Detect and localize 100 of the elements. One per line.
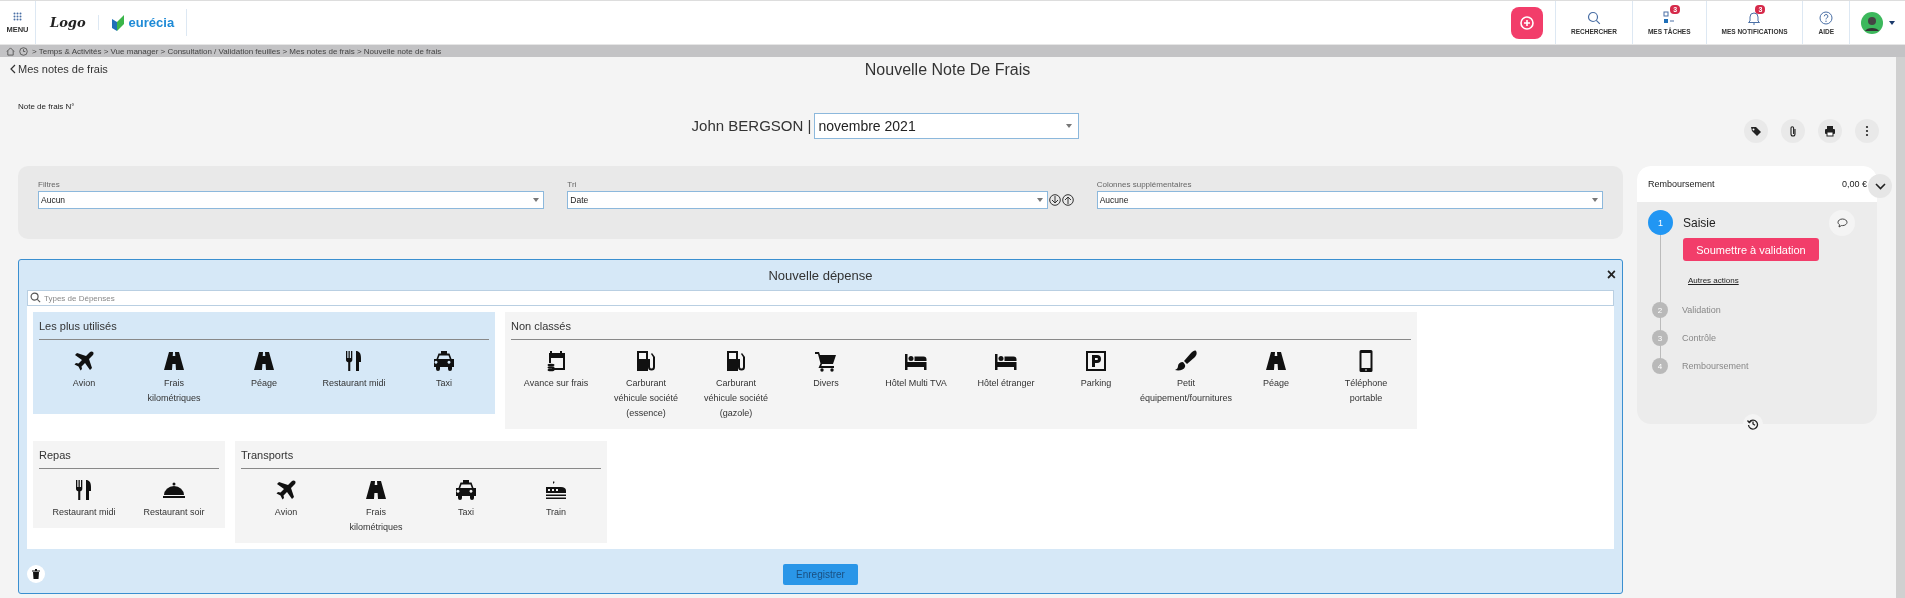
toolbar-button[interactable] <box>1781 118 1805 143</box>
expense-type-button[interactable]: Parking <box>1051 340 1141 421</box>
checklist-icon <box>1662 10 1677 25</box>
search-icon <box>30 292 41 303</box>
breadcrumb[interactable]: > Temps & Activités > Vue manager > Consultation / Validation feuilles > Mes notes de frais > Nouvelle note de frais <box>32 46 442 56</box>
sort-ascending-button[interactable] <box>1061 194 1074 206</box>
expense-type-button[interactable]: Restaurant soir <box>129 469 219 520</box>
panel-title: Remboursement <box>1648 179 1716 189</box>
caret-icon <box>1036 198 1043 202</box>
cart-icon <box>814 349 838 373</box>
expense-type-button[interactable]: Taxi <box>421 469 511 535</box>
chevron-left-icon <box>10 64 16 74</box>
road-icon <box>364 478 388 502</box>
taxi-icon <box>432 349 456 373</box>
expense-type-button[interactable]: Avance sur frais <box>511 340 601 421</box>
expense-type-button[interactable]: Petit équipement/fournitures <box>1141 340 1231 421</box>
step-label: Remboursement <box>1682 360 1749 373</box>
expense-type-button[interactable]: Train <box>511 469 601 535</box>
plane-icon <box>274 478 298 502</box>
clock-icon <box>19 46 28 56</box>
step-number: 4 <box>1652 358 1668 374</box>
fuel-pump-icon <box>724 349 748 373</box>
caret-icon <box>533 198 540 202</box>
toolbar-button[interactable] <box>1818 118 1842 143</box>
caret-icon <box>1592 198 1598 202</box>
tag-icon <box>1750 124 1762 137</box>
expense-type-button[interactable]: Hôtel Multi TVA <box>871 340 961 421</box>
paperclip-icon <box>1787 124 1799 137</box>
expense-type-button[interactable]: Frais kilométriques <box>129 340 219 406</box>
close-button[interactable]: × <box>1606 267 1616 283</box>
help-icon <box>1819 10 1834 25</box>
employee-name: John BERGSON | <box>691 117 812 134</box>
select-field[interactable]: Date <box>567 191 1048 209</box>
group-title: Repas <box>39 447 219 469</box>
expense-type-button[interactable]: Carburant véhicule société (gazole) <box>691 340 781 421</box>
amount: 0,00 € <box>1841 179 1867 189</box>
bell-icon <box>1747 10 1762 25</box>
sort-descending-button[interactable] <box>1048 194 1061 206</box>
expense-type-button[interactable]: Restaurant midi <box>309 340 399 406</box>
expense-type-button[interactable]: Hôtel étranger <box>961 340 1051 421</box>
step-number: 2 <box>1652 302 1668 318</box>
other-actions-link[interactable]: Autres actions <box>1688 276 1739 285</box>
road-icon <box>162 349 186 373</box>
scrollbar[interactable] <box>1896 57 1905 598</box>
logo: Logo <box>50 15 99 30</box>
expense-type-button[interactable]: Péage <box>1231 340 1321 421</box>
history-icon <box>1747 418 1759 430</box>
period-select[interactable]: novembre 2021 <box>814 112 1080 139</box>
expense-type-button[interactable]: Carburant véhicule société (essence) <box>601 340 691 421</box>
expense-type-button[interactable]: Avion <box>39 340 129 406</box>
comment-button[interactable] <box>1829 210 1855 236</box>
step-label: Contrôle <box>1682 332 1717 345</box>
field-label: Colonnes supplémentaires <box>1096 180 1193 189</box>
arrow-down-icon <box>1048 194 1061 206</box>
plane-icon <box>72 349 96 373</box>
expense-type-button[interactable]: Téléphone portable <box>1321 340 1411 421</box>
back-link[interactable]: Mes notes de frais <box>10 63 108 75</box>
plus-icon <box>1520 15 1534 30</box>
caret-icon <box>1066 123 1073 128</box>
toolbar-button[interactable] <box>1744 118 1768 143</box>
arrow-up-icon <box>1061 194 1074 206</box>
brush-icon <box>1174 349 1198 373</box>
road-icon <box>252 349 276 373</box>
delete-button[interactable] <box>27 565 45 583</box>
trash-icon <box>32 569 40 579</box>
home-icon[interactable] <box>6 46 15 56</box>
fuel-pump-icon <box>634 349 658 373</box>
avatar-icon <box>1861 11 1883 34</box>
expense-type-button[interactable]: Taxi <box>399 340 489 406</box>
select-field[interactable]: Aucun <box>38 191 545 209</box>
caret-icon <box>1889 20 1895 25</box>
parking-icon <box>1084 349 1108 373</box>
group-title: Les plus utilisés <box>39 318 489 340</box>
expense-type-button[interactable]: Divers <box>781 340 871 421</box>
printer-icon <box>1824 124 1836 137</box>
add-button[interactable] <box>1511 6 1543 39</box>
group-title: Non classés <box>511 318 1411 340</box>
search-icon <box>1586 10 1601 25</box>
step-label: Saisie <box>1683 215 1716 232</box>
speech-bubble-icon <box>1836 218 1848 228</box>
note-number-label: Note de frais N° <box>18 102 75 111</box>
road-icon <box>1264 349 1288 373</box>
page-title: Nouvelle Note De Frais <box>864 61 1031 79</box>
select-field[interactable]: Aucune <box>1096 191 1603 209</box>
field-label: Filtres <box>38 180 61 189</box>
group-title: Transports <box>241 447 601 469</box>
expense-type-button[interactable]: Péage <box>219 340 309 406</box>
expense-type-button[interactable]: Frais kilométriques <box>331 469 421 535</box>
taxi-icon <box>454 478 478 502</box>
search-field[interactable]: Types de Dépenses <box>27 290 1614 306</box>
expense-type-button[interactable]: Restaurant midi <box>39 469 129 520</box>
step-label: Validation <box>1682 304 1721 317</box>
collapse-button[interactable] <box>1868 174 1892 198</box>
field-label: Tri <box>567 180 578 189</box>
step-number: 1 <box>1648 210 1673 235</box>
panel-title: Nouvelle dépense <box>768 267 873 283</box>
brand-name: eurécia <box>128 15 175 30</box>
expense-type-button[interactable]: Avion <box>241 469 331 535</box>
chevron-down-icon <box>1874 182 1886 190</box>
submit-button[interactable]: Soumettre à validation <box>1683 238 1819 261</box>
